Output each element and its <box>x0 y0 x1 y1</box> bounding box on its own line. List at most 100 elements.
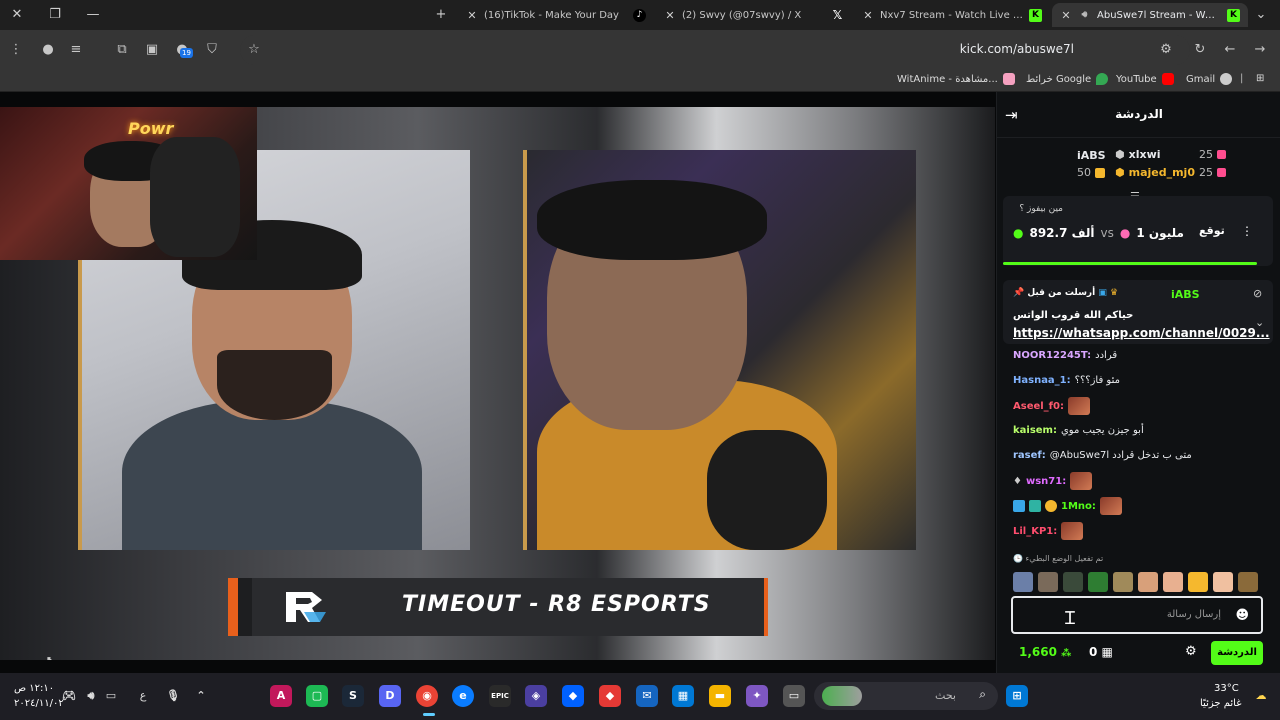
emote[interactable] <box>1038 572 1058 592</box>
gear-icon[interactable]: ⚙ <box>1185 644 1197 659</box>
emoji-icon[interactable]: ☻ <box>1235 608 1249 623</box>
chat-username[interactable]: Hasnaa_1: <box>1013 375 1071 386</box>
emote[interactable] <box>1088 572 1108 592</box>
tab-x[interactable]: ✕ (2) Swvy (@07swvy) / X 𝕏 <box>656 3 852 27</box>
chat-username[interactable]: NOOR12245T: <box>1013 350 1091 361</box>
edge-icon[interactable]: e <box>452 685 474 707</box>
mail-icon[interactable]: ✉ <box>636 685 658 707</box>
copilot-icon[interactable]: ✦ <box>746 685 768 707</box>
clock-time[interactable]: ١٢:١٠ ص <box>14 683 54 694</box>
microphone-icon[interactable]: 🎙︎ <box>162 685 184 707</box>
reload-icon[interactable]: ↻ <box>1190 40 1210 60</box>
pinned-username[interactable]: iABS <box>1171 288 1200 301</box>
site-settings-icon[interactable]: ⚙ <box>1156 40 1176 60</box>
leaderboard-user[interactable]: ⬢ xlxwi <box>1115 148 1161 161</box>
chat-username[interactable]: Lil_KP1: <box>1013 526 1057 537</box>
chevron-up-icon[interactable]: ⌃ <box>190 685 212 707</box>
send-chat-button[interactable]: الدردشة <box>1211 641 1263 665</box>
emote[interactable] <box>1063 572 1083 592</box>
leaderboard-username: majed_mj0 <box>1128 166 1195 179</box>
hide-pin-icon[interactable]: ⊘ <box>1253 287 1262 300</box>
media-controls-icon[interactable]: ≡ <box>66 40 86 60</box>
emote[interactable] <box>1213 572 1233 592</box>
chat-input[interactable]: Ɪ إرسال رسالة ☻ <box>1011 596 1263 634</box>
window-close-button[interactable]: ✕ <box>2 4 32 26</box>
crown-icon: ♛ <box>1110 288 1119 298</box>
leaderboard-user[interactable]: ⬢ majed_mj0 <box>1115 166 1195 179</box>
chat-username[interactable]: 1Mno: <box>1061 501 1096 512</box>
chat-username[interactable]: rasef: <box>1013 450 1046 461</box>
url-text[interactable]: kick.com/abuswe7l <box>960 42 1074 56</box>
volume-icon[interactable]: 🔊︎ <box>80 685 102 707</box>
chrome-icon[interactable]: ◉ <box>416 685 438 707</box>
windows-start-icon[interactable]: ⊞ <box>1006 685 1028 707</box>
folder-icon[interactable]: ▬ <box>709 685 731 707</box>
tab-close-icon[interactable]: ✕ <box>862 9 874 22</box>
taskbar-search[interactable]: بحث ⌕ <box>814 682 998 710</box>
tab-tiktok[interactable]: ✕ (16)TikTok - Make Your Day ♪ <box>458 3 654 27</box>
emote[interactable] <box>1238 572 1258 592</box>
window-minimize-button[interactable]: — <box>78 4 108 26</box>
menu-kebab-icon[interactable]: ⋮ <box>6 40 26 60</box>
tab-nxv7[interactable]: ✕ Nxv7 Stream - Watch Live on Kick K <box>854 3 1050 27</box>
store-icon[interactable]: ▦ <box>672 685 694 707</box>
pinned-link[interactable]: https://whatsapp.com/channel/0029... <box>1013 326 1270 340</box>
prediction-card[interactable]: مين بيفوز ؟ ● 892.7 ألف vs ● 1 مليون توق… <box>1003 196 1273 266</box>
channel-points[interactable]: 1,660 ⁂ <box>1019 645 1071 659</box>
chat-username[interactable]: Aseel_f0: <box>1013 401 1064 412</box>
emote[interactable] <box>1138 572 1158 592</box>
shield-icon[interactable]: ⛉ <box>202 40 222 60</box>
tab-abuswe7l[interactable]: ✕ 🔊︎ AbuSwe7l Stream - Watch Live on Kic… <box>1052 3 1248 27</box>
chevron-down-icon[interactable]: ⌄ <box>1255 316 1264 329</box>
video-player[interactable]: Powr TIMEOUT - R8 ESPORTS ⬉ <box>0 107 995 660</box>
weather-cloud-icon[interactable]: ☁ <box>1250 685 1272 707</box>
chat-username[interactable]: wsn71: <box>1026 476 1066 487</box>
window-restore-button[interactable]: ❐ <box>40 4 70 26</box>
display-icon[interactable]: ▭ <box>100 685 122 707</box>
store-button[interactable]: 0 ▦ <box>1089 645 1113 659</box>
extension-badge-icon[interactable]: 19● <box>172 40 193 60</box>
audio-playing-icon[interactable]: 🔊︎ <box>1078 9 1091 22</box>
app-icon[interactable]: ◈ <box>525 685 547 707</box>
language-indicator[interactable]: ع <box>132 685 154 707</box>
back-icon[interactable]: ← <box>1220 40 1240 60</box>
chat-username[interactable]: kaisem: <box>1013 425 1057 436</box>
app-icon[interactable]: A <box>270 685 292 707</box>
clock-date[interactable]: ٢٠٢٤/١١/٠٢ <box>14 698 64 709</box>
extensions-icon[interactable]: ⧉ <box>112 40 132 60</box>
bookmark-youtube[interactable]: YouTube <box>1116 73 1174 85</box>
forward-icon[interactable]: → <box>1250 40 1270 60</box>
discord-icon[interactable]: D <box>379 685 401 707</box>
tab-close-icon[interactable]: ✕ <box>664 9 676 22</box>
app-icon[interactable]: ▢ <box>306 685 328 707</box>
address-bar[interactable]: ☆ kick.com/abuswe7l ⚙ <box>240 35 1190 65</box>
epic-games-icon[interactable]: EPIC <box>489 685 511 707</box>
app-icon[interactable]: ▭ <box>783 685 805 707</box>
bookmark-witanime[interactable]: WitAnime - مشاهدة... <box>897 73 1015 85</box>
more-options-icon[interactable]: ⋮ <box>1241 224 1253 238</box>
leaderboard-user[interactable]: iABS <box>1077 149 1106 162</box>
emote[interactable] <box>1113 572 1133 592</box>
bookmark-gmail[interactable]: Gmail <box>1186 73 1233 85</box>
profile-avatar[interactable]: ● <box>38 40 58 60</box>
store-icon: ▦ <box>1101 645 1113 659</box>
weather-temp[interactable]: 33°C <box>1214 683 1239 694</box>
new-tab-button[interactable]: + <box>426 4 456 26</box>
steam-icon[interactable]: S <box>342 685 364 707</box>
app-icon[interactable]: ◆ <box>599 685 621 707</box>
emote[interactable] <box>1163 572 1183 592</box>
prediction-vs: vs <box>1100 226 1114 240</box>
bookmark-star-icon[interactable]: ☆ <box>244 40 264 60</box>
emote[interactable] <box>1013 572 1033 592</box>
tab-close-icon[interactable]: ✕ <box>1060 9 1072 22</box>
dropbox-icon[interactable]: ◆ <box>562 685 584 707</box>
gamepad-icon[interactable]: 🎮︎ <box>58 685 80 707</box>
weather-desc[interactable]: غائم جزئيًا <box>1200 698 1241 709</box>
tab-close-icon[interactable]: ✕ <box>466 9 478 22</box>
bookmark-maps[interactable]: خرائط Google <box>1026 73 1109 85</box>
extension-icon[interactable]: ▣ <box>142 40 162 60</box>
apps-grid-icon[interactable]: ⊞ <box>1256 73 1264 84</box>
predict-button[interactable]: توقع <box>1199 224 1225 237</box>
emote[interactable] <box>1188 572 1208 592</box>
tab-search-icon[interactable]: ⌄ <box>1246 4 1276 26</box>
